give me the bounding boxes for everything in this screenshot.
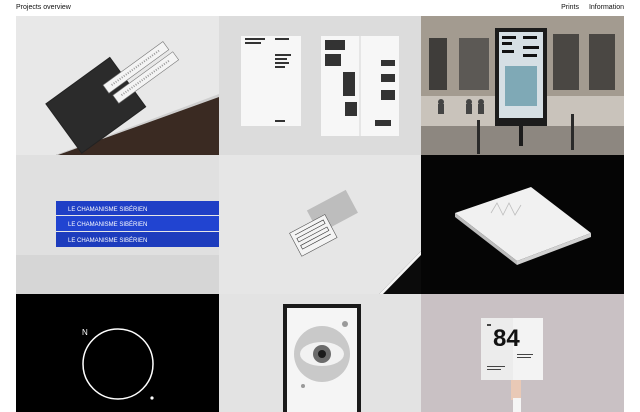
white-book-image	[421, 155, 624, 294]
project-tile-84-booklet[interactable]: 84	[421, 294, 624, 412]
book-spine-title-3: LE CHAMANISME SIBÉRIEN	[68, 237, 147, 244]
project-tile-folded-cards[interactable]	[219, 155, 421, 294]
top-nav: Prints Information	[561, 0, 624, 16]
project-tile-street-billboard[interactable]	[421, 16, 624, 155]
nav-information-link[interactable]: Information	[589, 0, 624, 16]
nav-prints-link[interactable]: Prints	[561, 0, 579, 16]
top-bar: Projects overview Prints Information	[0, 0, 640, 16]
project-tile-white-book[interactable]	[421, 155, 624, 294]
book-spine-title-1: LE CHAMANISME SIBÉRIEN	[68, 206, 147, 213]
chamanisme-books-image: LE CHAMANISME SIBÉRIEN LE CHAMANISME SIB…	[16, 155, 219, 294]
program-booklet-image	[219, 16, 421, 155]
book-spine-title-2: LE CHAMANISME SIBÉRIEN	[68, 221, 147, 228]
eye-poster-image	[219, 294, 421, 412]
projects-overview-link[interactable]: Projects overview	[16, 0, 71, 16]
project-tile-n-circle[interactable]: N	[16, 294, 219, 412]
project-tile-chamanisme-books[interactable]: LE CHAMANISME SIBÉRIEN LE CHAMANISME SIB…	[16, 155, 219, 294]
project-tile-eye-poster[interactable]	[219, 294, 421, 412]
black-book-image	[16, 16, 219, 155]
n-circle-image: N	[16, 294, 219, 412]
n-letter: N	[82, 328, 88, 337]
booklet-84-image: 84	[421, 294, 624, 412]
project-tile-program-booklet[interactable]	[219, 16, 421, 155]
folded-cards-image	[219, 155, 421, 294]
projects-grid: LE CHAMANISME SIBÉRIEN LE CHAMANISME SIB…	[16, 16, 624, 412]
project-tile-black-book[interactable]	[16, 16, 219, 155]
booklet-number-84: 84	[493, 325, 520, 352]
street-billboard-image	[421, 16, 624, 155]
